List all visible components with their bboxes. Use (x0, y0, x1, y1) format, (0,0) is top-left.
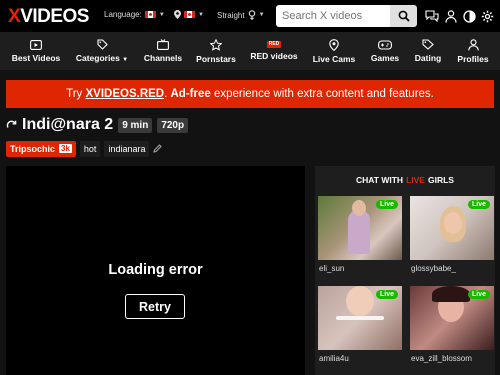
banner-brand-link[interactable]: XVIDEOS.RED (86, 88, 165, 100)
duration-badge: 9 min (118, 117, 153, 133)
language-label: Language: (104, 10, 142, 19)
live-badge: Live (467, 200, 490, 209)
model-tag-count: 3k (59, 144, 72, 153)
edit-pencil-icon[interactable] (153, 144, 163, 153)
gear-icon[interactable] (479, 8, 495, 24)
chevron-down-icon: ▼ (258, 12, 265, 18)
video-player[interactable]: Loading error Retry (6, 166, 305, 375)
nav-label: Best Videos (11, 52, 61, 63)
chat-heading-live: LIVE (406, 175, 425, 185)
chat-heading[interactable]: CHAT WITH LIVE GIRLS (315, 166, 495, 194)
canada-flag-icon (184, 11, 195, 18)
nav-live-cams[interactable]: Live Cams (308, 32, 360, 70)
live-badge: Live (375, 290, 398, 299)
location-icon (329, 38, 339, 51)
orientation-selector[interactable]: Straight ▼ (217, 10, 265, 20)
cam-name: eva_zill_blossom (411, 354, 472, 363)
cam-card[interactable]: Live amilia4u (318, 286, 402, 363)
nav-best-videos[interactable]: Best Videos (8, 32, 64, 70)
chat-heading-pre: CHAT WITH (356, 175, 404, 185)
chat-icon[interactable] (424, 8, 440, 24)
nav-channels[interactable]: Channels (140, 32, 186, 70)
canada-flag-icon (144, 11, 156, 18)
nav-label: Games (370, 52, 400, 63)
nav-categories[interactable]: Categories ▼ (70, 32, 134, 70)
main-nav: Best Videos Categories ▼ Channels Pornst… (0, 32, 500, 70)
logo-text: VIDEOS (20, 6, 89, 27)
live-badge: Live (375, 200, 398, 209)
nav-games[interactable]: Games (366, 32, 404, 70)
language-selector[interactable]: Language: ▼ (104, 10, 165, 19)
tag-indianara[interactable]: indianara (104, 140, 150, 157)
tag-heart-icon (422, 39, 434, 50)
quality-badge: 720p (157, 117, 189, 133)
cam-thumbnail: Live (410, 196, 494, 260)
female-symbol-icon (248, 10, 255, 20)
loading-error-text: Loading error (108, 262, 203, 278)
cam-thumbnail: Live (410, 286, 494, 350)
tv-icon (157, 39, 169, 50)
nav-label: Pornstars (196, 53, 236, 64)
tag-hot[interactable]: hot (79, 140, 101, 157)
country-selector[interactable]: ▼ (174, 10, 204, 19)
cam-card[interactable]: Live eli_sun (318, 196, 402, 273)
nav-label: Channels (143, 53, 183, 63)
contrast-icon[interactable] (461, 8, 477, 24)
nav-label: Dating (414, 53, 442, 63)
cam-name: amilia4u (319, 354, 349, 363)
search-button[interactable] (390, 5, 417, 27)
nav-label: Live Cams (312, 53, 356, 64)
chat-heading-post: GIRLS (427, 175, 454, 185)
video-tags: Tripsochic 3k hot indianara (6, 140, 163, 157)
nav-pornstars[interactable]: Pornstars (192, 32, 240, 70)
chevron-down-icon: ▼ (198, 11, 204, 18)
cam-name: eli_sun (319, 264, 345, 273)
gamepad-icon (378, 39, 392, 50)
cam-thumbnail: Live (318, 196, 402, 260)
cam-card[interactable]: Live glossybabe_ (410, 196, 494, 273)
red-promo-banner[interactable]: Try XVIDEOS.RED. Ad-free experience with… (6, 80, 494, 108)
refresh-icon[interactable] (6, 120, 17, 131)
logo-x: X (8, 6, 21, 27)
nav-red-videos[interactable]: RED RED videos (246, 32, 302, 70)
red-badge: RED (266, 41, 282, 48)
banner-suffix: experience with extra content and featur… (213, 88, 434, 100)
top-bar: XVIDEOS Language: ▼ ▼ Straight ▼ (0, 0, 500, 32)
search-input[interactable] (276, 5, 390, 27)
cam-thumbnail: Live (318, 286, 402, 350)
location-pin-icon (174, 10, 181, 19)
live-badge: Live (467, 290, 490, 299)
nav-dating[interactable]: Dating (410, 32, 446, 70)
cam-name: glossybabe_ (411, 264, 456, 273)
user-icon (467, 38, 479, 50)
orientation-label: Straight (217, 10, 245, 20)
model-tag[interactable]: Tripsochic 3k (6, 140, 76, 157)
nav-label: RED videos (250, 51, 298, 61)
banner-adfree: Ad-free (170, 88, 211, 100)
site-logo[interactable]: XVIDEOS (8, 6, 89, 28)
video-title: Indi@nara 2 (22, 116, 114, 133)
video-title-row: Indi@nara 2 9 min 720p (6, 114, 189, 136)
cam-card[interactable]: Live eva_zill_blossom (410, 286, 494, 363)
play-box-icon (30, 39, 42, 50)
model-tag-label: Tripsochic (10, 143, 56, 154)
chevron-down-icon: ▼ (158, 11, 165, 18)
retry-button[interactable]: Retry (125, 294, 185, 319)
nav-label: Profiles (457, 53, 489, 64)
star-icon (210, 38, 222, 51)
chevron-down-icon: ▼ (122, 57, 129, 63)
search-icon (398, 10, 410, 22)
live-chat-panel: CHAT WITH LIVE GIRLS Live eli_sun Live g… (315, 166, 495, 375)
nav-profiles[interactable]: Profiles (452, 32, 494, 70)
tag-icon (96, 39, 108, 50)
nav-label: Categories (75, 53, 120, 63)
banner-prefix: Try (66, 88, 83, 100)
user-icon[interactable] (443, 8, 459, 24)
